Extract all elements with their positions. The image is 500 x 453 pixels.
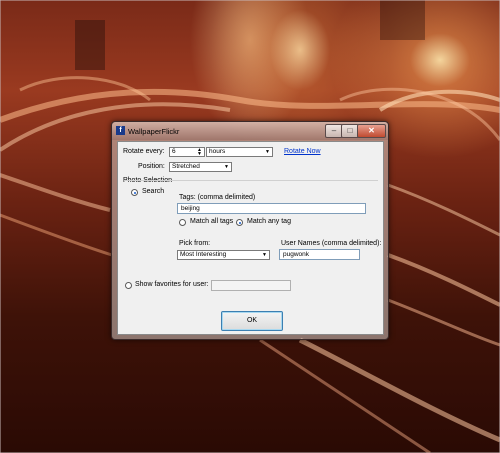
ok-button[interactable]: OK (221, 311, 283, 331)
stepper-down-icon[interactable]: ▼ (196, 152, 203, 157)
dialog-client-area: Rotate every: 6 ▲ ▼ hours ▼ Rotate Now P… (117, 141, 384, 335)
pick-from-label: Pick from: (179, 240, 211, 247)
title-bar[interactable]: f WallpaperFlickr – □ ✕ (112, 122, 388, 140)
pick-from-select[interactable]: Most Interesting ▼ (177, 250, 270, 260)
match-all-label: Match all tags (190, 218, 234, 225)
show-favorites-radio[interactable] (125, 282, 132, 289)
tags-label: Tags: (comma delimited) (179, 194, 256, 201)
rotate-every-label: Rotate every: (123, 148, 165, 155)
match-any-label: Match any tag (247, 218, 291, 225)
group-divider (124, 180, 378, 181)
rotate-unit-select[interactable]: hours ▼ (206, 147, 273, 157)
chevron-down-icon: ▼ (265, 149, 270, 155)
tags-input[interactable]: beijing (177, 203, 366, 214)
favorites-user-input[interactable] (211, 280, 291, 291)
position-select[interactable]: Stretched ▼ (169, 162, 232, 172)
search-radio[interactable] (131, 189, 138, 196)
search-label: Search (142, 188, 165, 195)
rotate-now-link[interactable]: Rotate Now (284, 148, 321, 155)
user-names-input[interactable]: pugwonk (279, 249, 360, 260)
position-label: Position: (138, 163, 165, 170)
chevron-down-icon: ▼ (262, 252, 267, 258)
rotate-interval-stepper[interactable]: 6 ▲ ▼ (169, 147, 205, 157)
show-favorites-label: Show favorites for user: (135, 281, 209, 288)
pick-from-value: Most Interesting (180, 251, 227, 258)
position-value: Stretched (172, 163, 200, 170)
flickr-app-icon: f (116, 126, 125, 135)
rotate-unit-value: hours (209, 148, 226, 155)
chevron-down-icon: ▼ (224, 164, 229, 170)
match-any-radio[interactable] (236, 219, 243, 226)
match-all-radio[interactable] (179, 219, 186, 226)
rotate-interval-value: 6 (172, 148, 176, 155)
user-names-label: User Names (comma delimited): (281, 240, 382, 247)
wallpaperflickr-window: f WallpaperFlickr – □ ✕ Rotate every: 6 … (111, 121, 389, 340)
close-button[interactable]: ✕ (357, 124, 386, 138)
window-title: WallpaperFlickr (128, 127, 180, 136)
